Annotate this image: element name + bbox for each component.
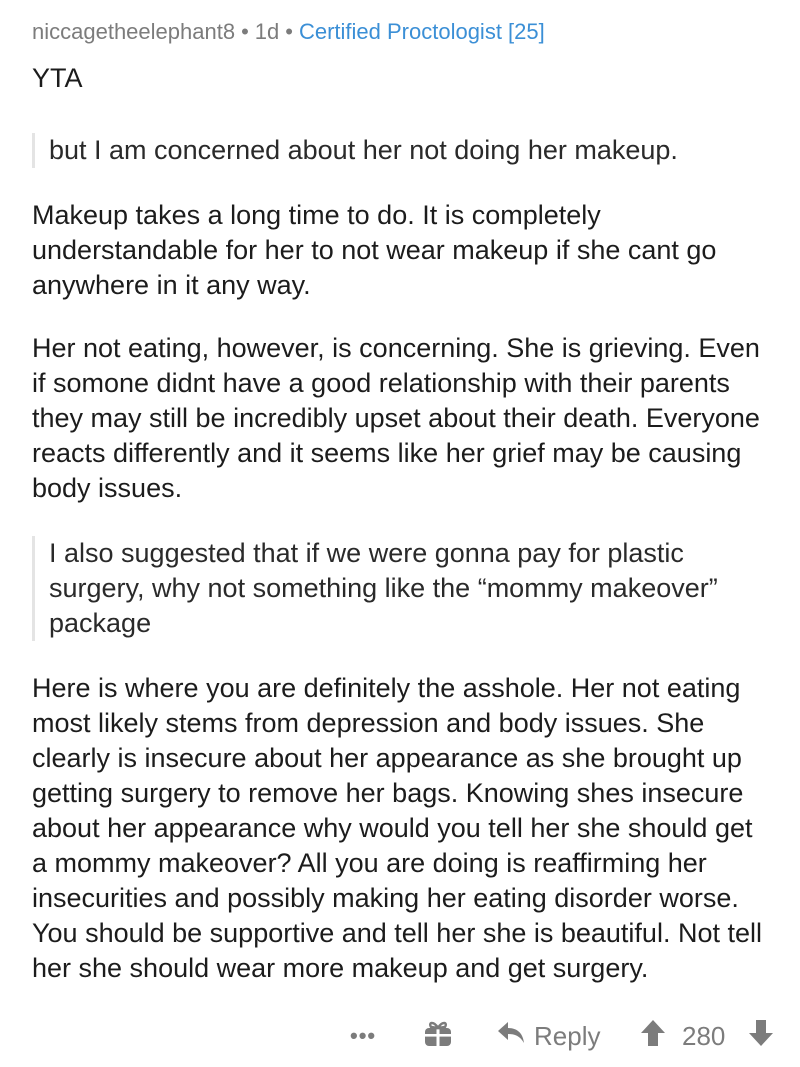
comment-age: 1d — [254, 19, 280, 44]
reply-arrow-icon — [496, 1020, 534, 1053]
upvote-arrow-icon — [640, 1018, 666, 1055]
user-flair: Certified Proctologist [25] — [298, 19, 545, 44]
upvote-button[interactable] — [640, 1012, 666, 1060]
downvote-arrow-icon — [748, 1018, 774, 1055]
meta-separator: • — [285, 19, 293, 44]
downvote-button[interactable] — [748, 1012, 774, 1060]
comment-meta: niccagetheelephant8 • 1d • Certified Proctol… — [32, 0, 770, 48]
paragraph: Here is where you are definitely the ass… — [32, 673, 762, 983]
vote-score: 280 — [682, 1020, 726, 1051]
award-button[interactable] — [422, 1012, 454, 1060]
reply-button[interactable]: Reply — [496, 1012, 600, 1060]
comment-actions: ••• Reply 280 — [0, 1012, 800, 1060]
blockquote: but I am concerned about her not doing h… — [32, 133, 770, 168]
paragraph: Makeup takes a long time to do. It is co… — [32, 200, 717, 300]
username[interactable]: niccagetheelephant8 — [32, 19, 235, 44]
meta-separator: • — [241, 19, 249, 44]
reply-label: Reply — [534, 1020, 601, 1051]
verdict-text: YTA — [32, 63, 83, 93]
paragraph: Her not eating, however, is concerning. … — [32, 333, 760, 503]
comment-body: YTA but I am concerned about her not doi… — [32, 61, 770, 986]
gift-icon — [422, 1017, 454, 1056]
comment: niccagetheelephant8 • 1d • Certified Proctol… — [0, 0, 800, 986]
blockquote: I also suggested that if we were gonna p… — [32, 536, 770, 641]
more-options-button[interactable]: ••• — [350, 1012, 376, 1060]
